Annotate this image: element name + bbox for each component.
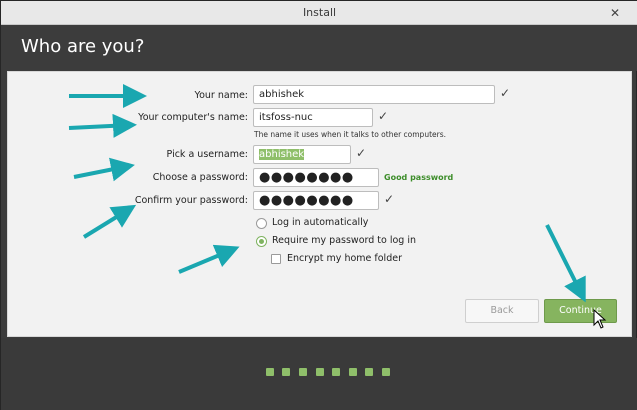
confirm-password-valid-icon: ✓ [384,192,395,206]
page-header: Who are you? [1,25,637,71]
continue-button[interactable]: Continue [544,299,617,323]
confirm-password-label: Confirm your password: [134,195,248,206]
progress-step-dot [282,368,290,376]
encrypt-home-label[interactable]: Encrypt my home folder [287,253,402,264]
username-selected-text: abhishek [259,149,305,160]
computer-name-hint: The name it uses when it talks to other … [254,130,447,139]
username-field[interactable]: abhishek [253,145,351,164]
log-in-automatically-label[interactable]: Log in automatically [272,217,368,228]
progress-step-dot [299,368,307,376]
username-valid-icon: ✓ [356,146,367,160]
password-field[interactable]: ●●●●●●●● [253,168,379,187]
progress-step-dot [316,368,324,376]
progress-step-dot [349,368,357,376]
progress-step-dot [365,368,373,376]
progress-step-dot [266,368,274,376]
name-valid-icon: ✓ [500,86,511,100]
computer-name-valid-icon: ✓ [378,109,389,123]
page-title: Who are you? [21,36,145,57]
close-icon[interactable]: ✕ [606,4,624,22]
user-form-panel: Your name: abhishek ✓ Your computer's na… [7,71,632,337]
back-button[interactable]: Back [465,299,539,323]
title-bar[interactable]: Install ✕ [1,1,637,25]
password-strength-label: Good password [384,173,454,182]
computer-name-label: Your computer's name: [138,112,248,123]
password-label: Choose a password: [152,172,248,183]
progress-step-dot [332,368,340,376]
encrypt-home-checkbox[interactable] [271,254,281,264]
name-label: Your name: [194,90,248,101]
installer-window: Install ✕ Who are you? Your name: abhish… [0,0,637,410]
log-in-automatically-radio[interactable] [256,218,267,229]
username-label: Pick a username: [166,149,248,160]
progress-step-dot [382,368,390,376]
require-password-label[interactable]: Require my password to log in [272,235,416,246]
confirm-password-field[interactable]: ●●●●●●●● [253,191,379,210]
require-password-radio[interactable] [256,236,267,247]
window-title: Install [302,6,337,19]
name-field[interactable]: abhishek [253,85,495,104]
computer-name-field[interactable]: itsfoss-nuc [253,108,373,127]
